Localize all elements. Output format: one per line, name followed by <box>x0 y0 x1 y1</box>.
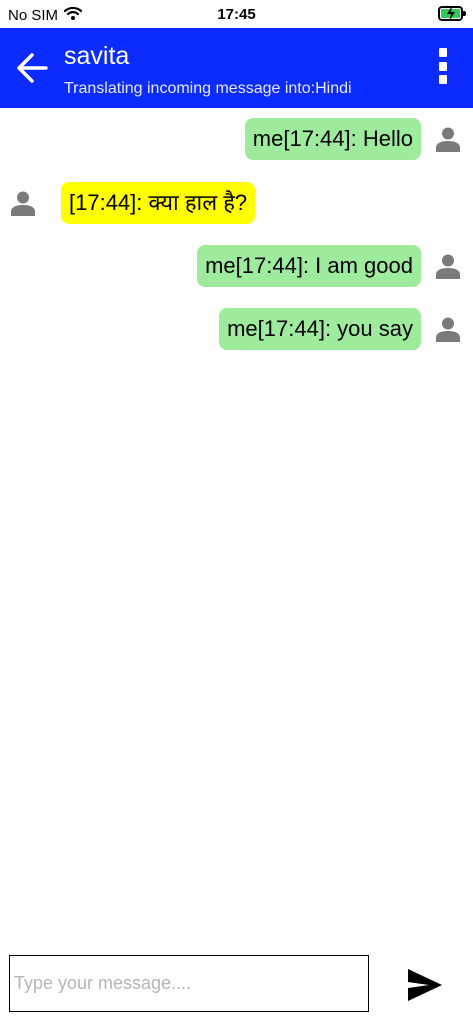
user-avatar-icon <box>436 127 460 152</box>
more-menu-button[interactable] <box>433 48 453 88</box>
chat-header: savita Translating incoming message into… <box>0 28 473 108</box>
status-bar: No SIM 17:45 <box>0 0 473 28</box>
message-input[interactable] <box>9 955 369 1012</box>
incoming-message-bubble[interactable]: [17:44]: क्या हाल है? <box>61 182 256 224</box>
outgoing-message-bubble[interactable]: me[17:44]: Hello <box>244 118 421 160</box>
user-avatar-icon <box>436 254 460 279</box>
arrow-left-icon <box>17 53 48 83</box>
message-composer <box>0 950 473 1024</box>
back-button[interactable] <box>10 46 54 90</box>
outgoing-message-bubble[interactable]: me[17:44]: you say <box>219 308 421 350</box>
message-row: me[17:44]: Hello <box>0 118 473 160</box>
translation-status: Translating incoming message into:Hindi <box>64 80 352 97</box>
contact-name: savita <box>64 42 130 70</box>
message-list[interactable]: me[17:44]: Hello [17:44]: क्या हाल है? m… <box>0 108 473 938</box>
send-icon <box>408 969 442 1001</box>
battery-charging-icon <box>438 6 466 21</box>
message-row: [17:44]: क्या हाल है? <box>0 182 473 224</box>
send-button[interactable] <box>404 965 446 1005</box>
more-vertical-icon <box>439 48 447 84</box>
message-row: me[17:44]: I am good <box>0 245 473 287</box>
user-avatar-icon <box>11 191 35 216</box>
outgoing-message-bubble[interactable]: me[17:44]: I am good <box>197 245 421 287</box>
status-time: 17:45 <box>217 6 256 23</box>
message-row: me[17:44]: you say <box>0 308 473 350</box>
user-avatar-icon <box>436 317 460 342</box>
